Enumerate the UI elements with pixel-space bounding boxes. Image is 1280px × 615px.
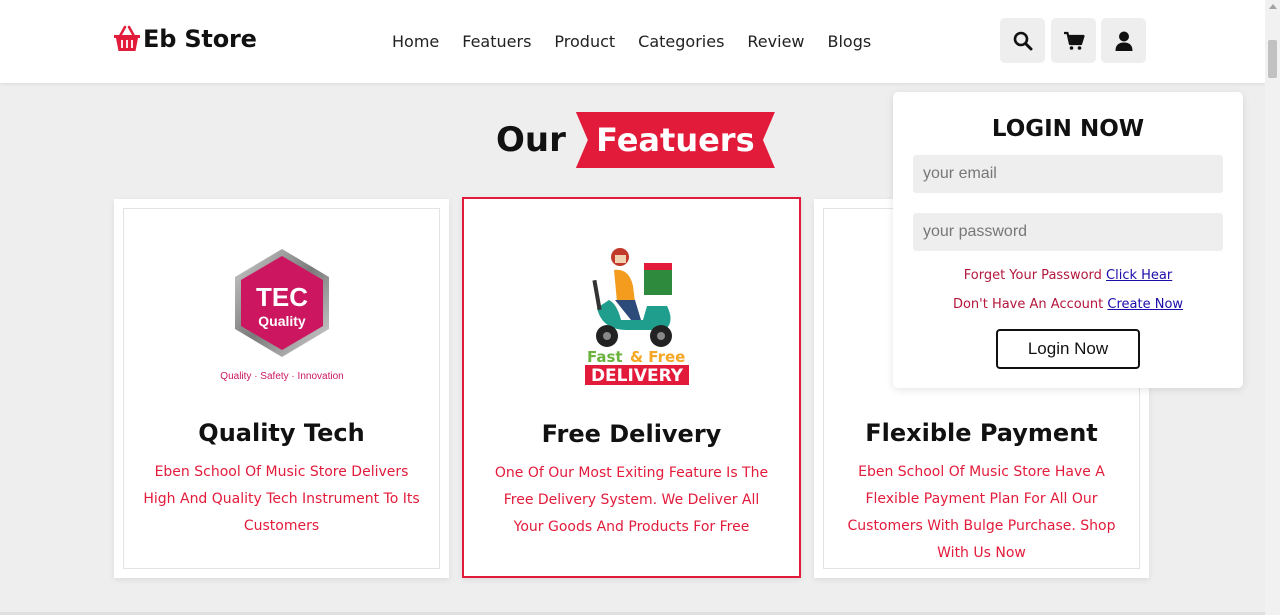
card-border: Fast & Free DELIVERY Free Delivery One O… — [473, 210, 790, 567]
cart-button[interactable] — [1051, 18, 1096, 63]
scroll-up-arrow-icon[interactable] — [1269, 4, 1277, 9]
site-header: Eb Store Home Featuers Product Categorie… — [0, 0, 1265, 83]
and-free-text: & Free — [630, 348, 685, 366]
main-nav: Home Featuers Product Categories Review … — [392, 30, 894, 54]
nav-featuers[interactable]: Featuers — [462, 30, 531, 54]
nav-blogs[interactable]: Blogs — [828, 30, 872, 54]
brand-name: Eb Store — [143, 25, 257, 53]
create-account-line: Don't Have An Account Create Now — [893, 297, 1243, 312]
delivery-scooter-image: Fast & Free DELIVERY — [584, 248, 689, 386]
tec-quality-logo: TEC Quality Quality · Safety · Innovatio… — [220, 249, 343, 382]
tec-tagline: Quality · Safety · Innovation — [220, 371, 343, 382]
login-button[interactable]: Login Now — [996, 329, 1140, 369]
quality-text: Quality — [258, 313, 306, 329]
delivery-text: DELIVERY — [590, 366, 683, 386]
nav-home[interactable]: Home — [392, 30, 439, 54]
login-title: LOGIN NOW — [991, 116, 1145, 142]
login-panel: LOGIN NOW Forget Your Password Click Hea… — [893, 92, 1243, 388]
nav-review[interactable]: Review — [747, 30, 804, 54]
page-scrollbar[interactable] — [1265, 0, 1280, 615]
card-border: TEC Quality Quality · Safety · Innovatio… — [123, 208, 440, 569]
search-icon — [1013, 31, 1032, 50]
tec-text: TEC — [256, 282, 308, 312]
card-description: Eben School Of Music Store Have A Flexib… — [847, 464, 1116, 561]
feature-card-quality-tech: TEC Quality Quality · Safety · Innovatio… — [114, 199, 449, 578]
card-description: One Of Our Most Exiting Feature Is The F… — [494, 465, 769, 535]
user-button[interactable] — [1101, 18, 1146, 63]
heading-ribbon: Featuers — [575, 112, 775, 168]
forgot-password-link[interactable]: Click Hear — [1106, 268, 1172, 283]
forgot-password-line: Forget Your Password Click Hear — [893, 268, 1243, 283]
nav-categories[interactable]: Categories — [638, 30, 724, 54]
fast-text: Fast — [587, 348, 623, 366]
nav-product[interactable]: Product — [554, 30, 615, 54]
search-button[interactable] — [1000, 18, 1045, 63]
email-field[interactable] — [913, 155, 1223, 193]
card-title: Free Delivery — [541, 420, 722, 448]
scroll-thumb[interactable] — [1268, 40, 1277, 78]
create-account-link[interactable]: Create Now — [1107, 297, 1183, 312]
password-field[interactable] — [913, 213, 1223, 251]
heading-prefix: Our — [496, 120, 566, 160]
cart-icon — [1063, 31, 1085, 50]
feature-card-free-delivery: Fast & Free DELIVERY Free Delivery One O… — [462, 197, 801, 578]
heading-badge-text: Featuers — [596, 121, 755, 159]
basket-icon — [114, 25, 140, 51]
forgot-password-text: Forget Your Password — [963, 268, 1102, 283]
section-heading: Our Featuers — [496, 112, 775, 168]
card-title: Flexible Payment — [865, 419, 1098, 447]
brand-logo[interactable]: Eb Store — [113, 24, 257, 54]
card-description: Eben School Of Music Store Delivers High… — [143, 464, 420, 534]
create-account-text: Don't Have An Account — [952, 297, 1104, 312]
user-icon — [1115, 31, 1132, 51]
card-title: Quality Tech — [198, 419, 365, 447]
